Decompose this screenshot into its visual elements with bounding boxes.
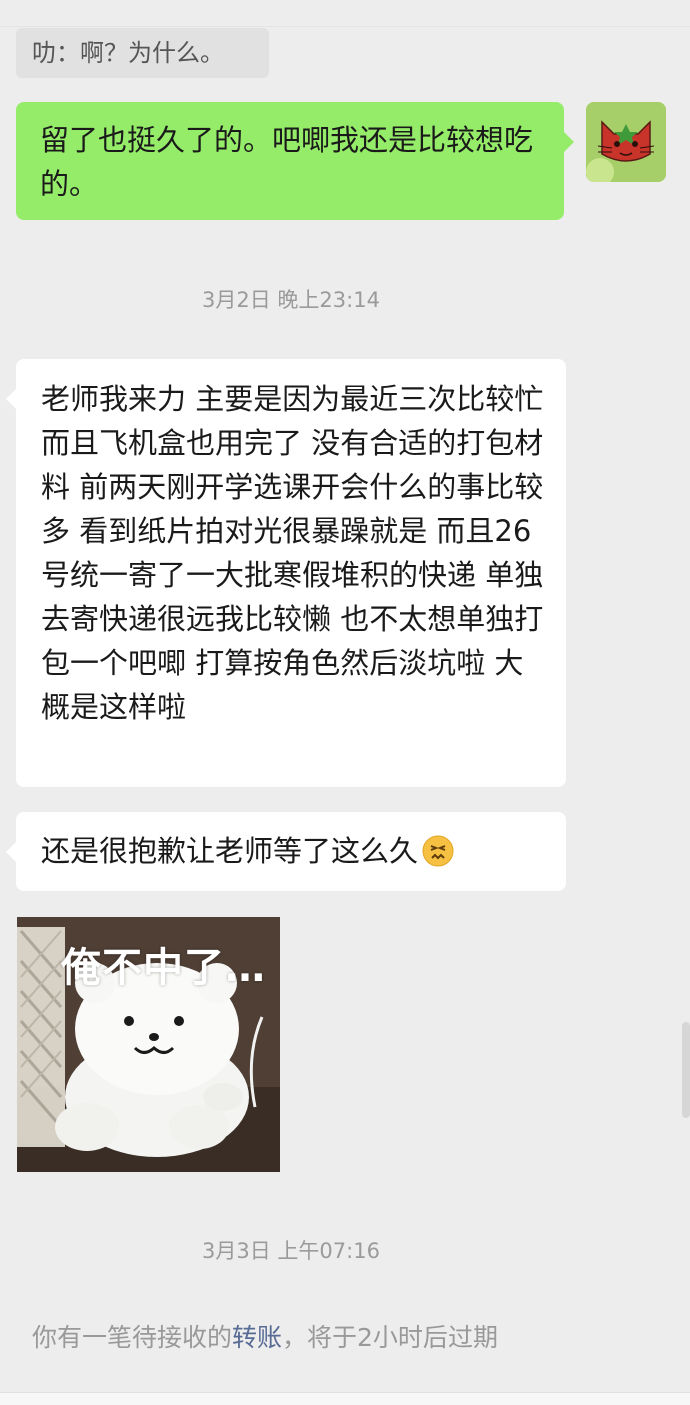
message-text: 还是很抱歉让老师等了这么久 [41, 834, 419, 868]
message-text: 留了也挺久了的。吧唧我还是比较想吃的。 [40, 123, 534, 201]
top-divider [0, 0, 690, 27]
transfer-notice-prefix: 你有一笔待接收的 [32, 1323, 233, 1352]
message-bubble-other[interactable]: 老师我来力 主要是因为最近三次比较忙而且飞机盒也用完了 没有合适的打包材料 前两… [6, 359, 566, 787]
timestamp: 3月3日 上午07:16 [202, 1239, 380, 1263]
message-bubble-other[interactable]: 还是很抱歉让老师等了这么久 [6, 812, 566, 891]
message-text: 老师我来力 主要是因为最近三次比较忙而且飞机盒也用完了 没有合适的打包材料 前两… [41, 382, 544, 724]
scrollbar[interactable] [682, 1022, 690, 1118]
quoted-message-text: 叻：啊？为什么。 [32, 39, 224, 67]
bottom-bar [0, 1392, 690, 1405]
avatar[interactable] [586, 102, 666, 182]
message-bubble-self[interactable]: 留了也挺久了的。吧唧我还是比较想吃的。 [16, 102, 574, 220]
quoted-message[interactable]: 叻：啊？为什么。 [16, 28, 269, 78]
sticker-caption: 俺不中了… [61, 945, 266, 991]
transfer-link[interactable]: 转账 [232, 1323, 282, 1352]
bubble-tail [6, 389, 16, 409]
transfer-notice: 你有一笔待接收的转账，将于2小时后过期 [32, 1318, 498, 1354]
transfer-notice-suffix: ，将于2小时后过期 [282, 1323, 498, 1352]
bubble-tail [564, 132, 574, 152]
confounded-face-icon [422, 835, 454, 879]
cat-avatar-icon [586, 102, 666, 182]
sticker-image[interactable]: 俺不中了… [17, 917, 280, 1172]
bubble-tail [6, 842, 16, 862]
timestamp: 3月2日 晚上23:14 [202, 288, 380, 312]
